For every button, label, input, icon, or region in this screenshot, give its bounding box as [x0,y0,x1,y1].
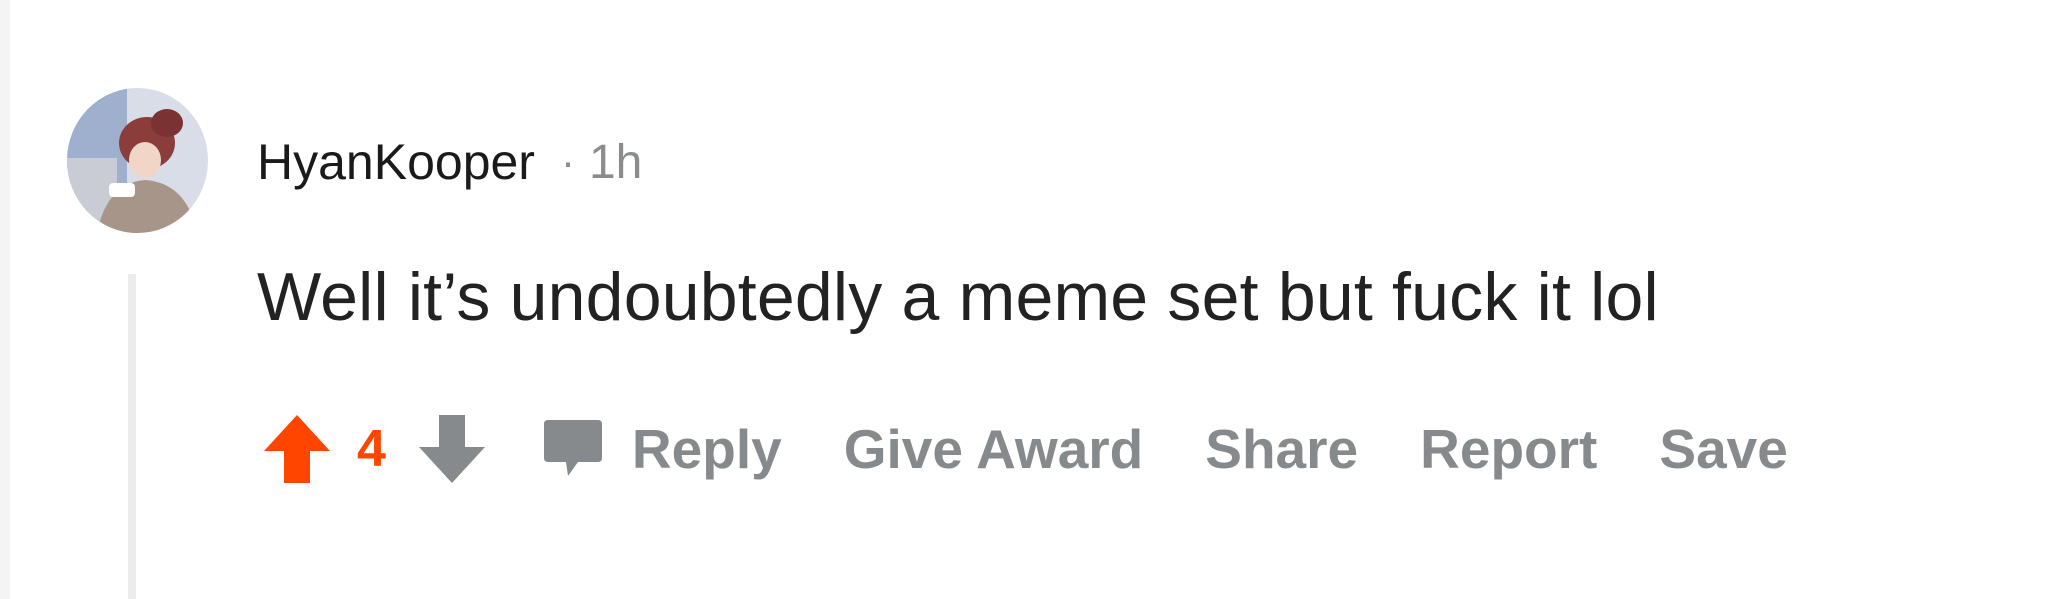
user-avatar[interactable] [67,88,208,233]
comment-view: HyanKooper · 1h Well it’s undoubtedly a … [0,0,2048,599]
upvote-button[interactable] [257,404,337,494]
report-button[interactable]: Report [1420,417,1597,481]
comment-actions: 4 Reply Give Award Share Report Save [257,404,1788,494]
reply-button[interactable]: Reply [542,417,782,481]
vote-score: 4 [357,420,386,478]
give-award-button[interactable]: Give Award [844,417,1144,481]
comment-bubble-icon [542,418,604,480]
share-button[interactable]: Share [1205,417,1358,481]
thread-line[interactable] [128,274,136,599]
comment-meta: HyanKooper · 1h [257,132,642,192]
downvote-arrow-icon [418,415,485,483]
avatar-image [67,88,208,233]
reply-label: Reply [631,418,782,480]
downvote-button[interactable] [412,404,492,494]
username-link[interactable]: HyanKooper [257,133,535,191]
upvote-arrow-icon [264,415,330,483]
meta-separator: · [560,138,575,185]
left-rail [0,0,10,599]
comment-body: Well it’s undoubtedly a meme set but fuc… [257,259,1659,335]
save-button[interactable]: Save [1659,417,1787,481]
timestamp[interactable]: 1h [589,135,642,190]
